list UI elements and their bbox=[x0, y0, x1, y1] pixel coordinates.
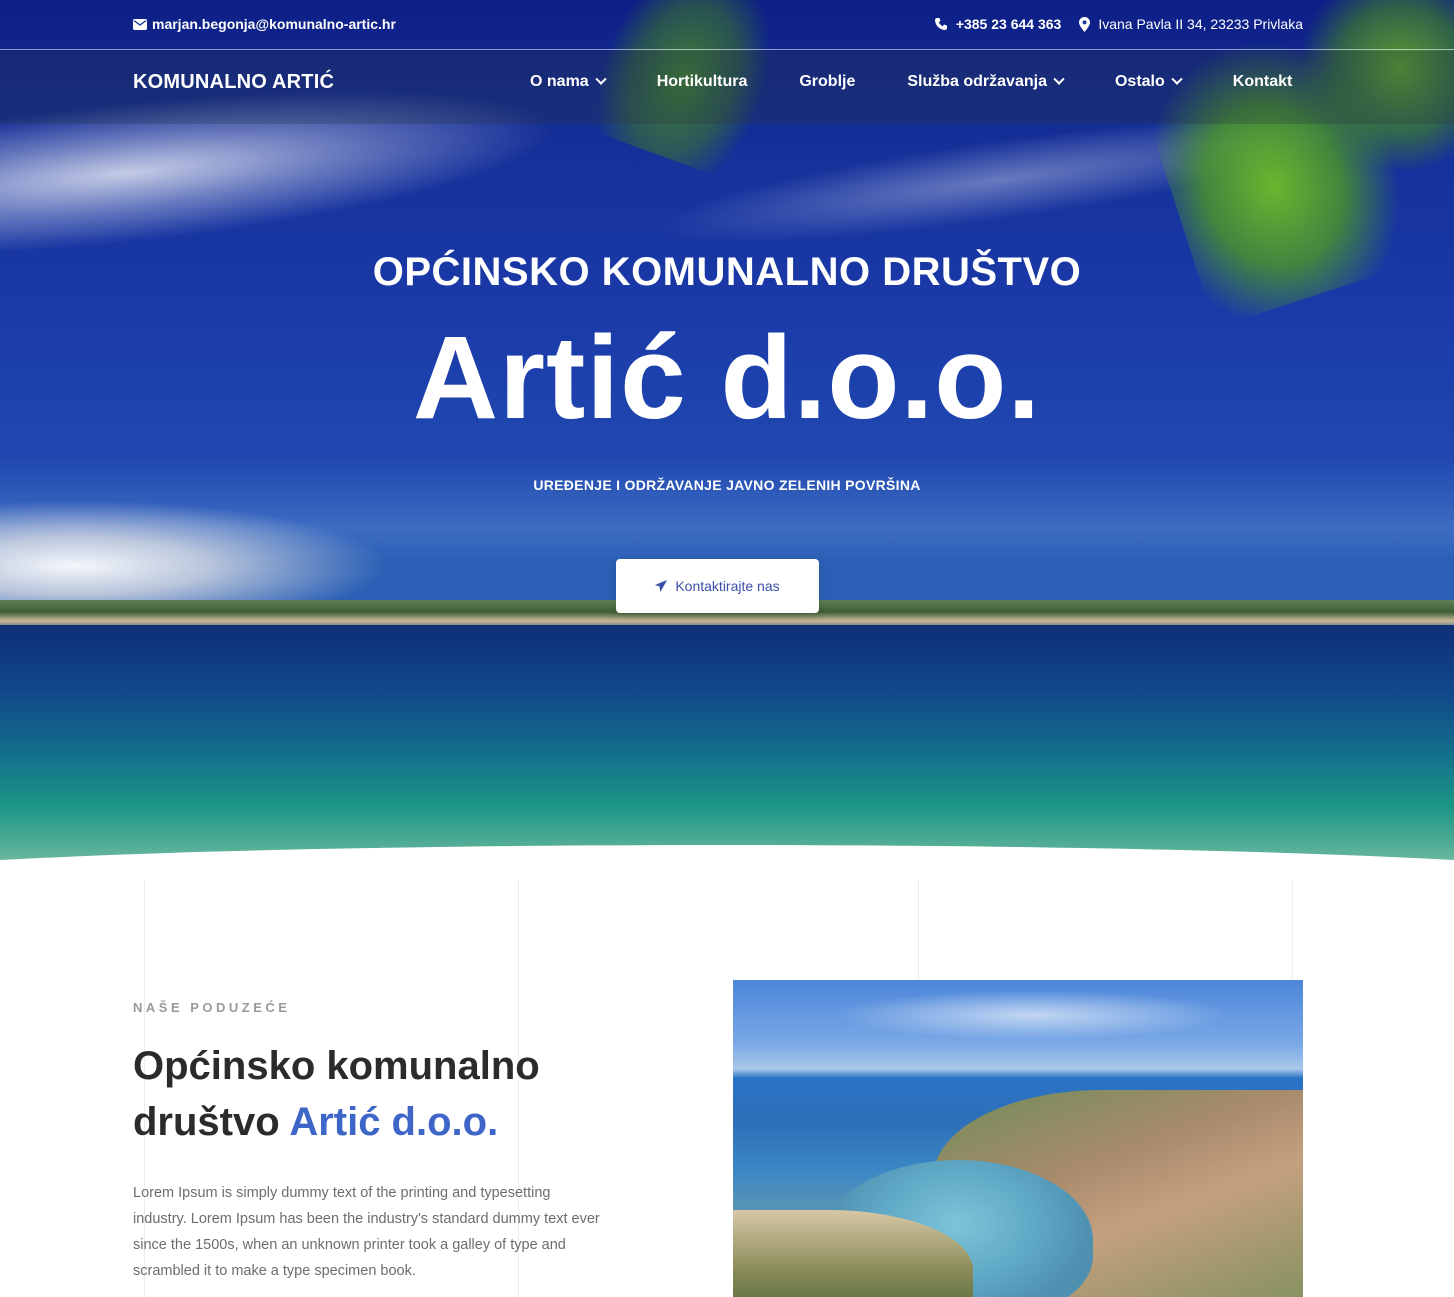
envelope-icon bbox=[133, 18, 147, 30]
photo-cloud bbox=[833, 990, 1233, 1040]
nav-item-sluzba-odrzavanja[interactable]: Služba održavanja bbox=[907, 73, 1065, 91]
nav-item-o-nama[interactable]: O nama bbox=[530, 73, 607, 91]
about-body-text: Lorem Ipsum is simply dummy text of the … bbox=[133, 1185, 600, 1279]
hero-title: Artić d.o.o. bbox=[412, 312, 1042, 444]
address-text: Ivana Pavla II 34, 23233 Privlaka bbox=[1098, 16, 1303, 32]
hero-section: marjan.begonja@komunalno-artic.hr +385 2… bbox=[0, 0, 1454, 880]
email-text: marjan.begonja@komunalno-artic.hr bbox=[152, 16, 396, 32]
chevron-down-icon bbox=[1053, 73, 1065, 85]
about-title-line2: društvo bbox=[133, 1100, 290, 1144]
about-eyebrow: NAŠE PODUZEĆE bbox=[133, 1000, 291, 1015]
hero-subtitle: OPĆINSKO KOMUNALNO DRUŠTVO bbox=[372, 250, 1082, 294]
nav-item-kontakt[interactable]: Kontakt bbox=[1233, 73, 1293, 91]
top-contact-bar: marjan.begonja@komunalno-artic.hr +385 2… bbox=[0, 0, 1454, 50]
nav-item-hortikultura[interactable]: Hortikultura bbox=[657, 73, 748, 91]
hero-tagline: UREĐENJE I ODRŽAVANJE JAVNO ZELENIH POVR… bbox=[533, 477, 921, 493]
nav-item-label: Groblje bbox=[799, 73, 856, 90]
chevron-down-icon bbox=[1171, 73, 1183, 85]
hero-sea bbox=[0, 625, 1454, 880]
phone-link[interactable]: +385 23 644 363 bbox=[934, 16, 1062, 32]
nav-item-label: Ostalo bbox=[1114, 73, 1165, 90]
about-title-line1: Općinsko komunalno bbox=[133, 1044, 540, 1088]
aerial-town-photo bbox=[733, 980, 1303, 1297]
map-pin-icon bbox=[1079, 16, 1091, 32]
phone-text: +385 23 644 363 bbox=[955, 16, 1062, 32]
about-title: Općinsko komunalno društvo Artić d.o.o. bbox=[133, 1038, 693, 1150]
nav-item-groblje[interactable]: Groblje bbox=[799, 73, 855, 91]
contact-cta-label: Kontaktirajte nas bbox=[675, 578, 780, 594]
nav-menu: O nama Hortikultura Groblje Služba održa… bbox=[530, 73, 1292, 91]
nav-item-label: Služba održavanja bbox=[907, 73, 1047, 90]
address-link[interactable]: Ivana Pavla II 34, 23233 Privlaka bbox=[1079, 16, 1303, 32]
top-contact-right: +385 23 644 363 Ivana Pavla II 34, 23233… bbox=[934, 16, 1303, 32]
phone-icon bbox=[934, 18, 947, 30]
paper-plane-icon bbox=[655, 580, 668, 592]
nav-item-label: O nama bbox=[530, 73, 589, 90]
brand-logo[interactable]: KOMUNALNO ARTIĆ bbox=[133, 71, 334, 94]
nav-item-label: Kontakt bbox=[1232, 73, 1293, 90]
email-link[interactable]: marjan.begonja@komunalno-artic.hr bbox=[133, 16, 396, 32]
main-navbar: KOMUNALNO ARTIĆ O nama Hortikultura Grob… bbox=[0, 51, 1454, 124]
nav-item-label: Hortikultura bbox=[656, 73, 748, 90]
nav-item-ostalo[interactable]: Ostalo bbox=[1114, 73, 1183, 91]
contact-cta-button[interactable]: Kontaktirajte nas bbox=[616, 559, 819, 613]
chevron-down-icon bbox=[595, 73, 607, 85]
about-title-accent: Artić d.o.o. bbox=[289, 1100, 499, 1144]
